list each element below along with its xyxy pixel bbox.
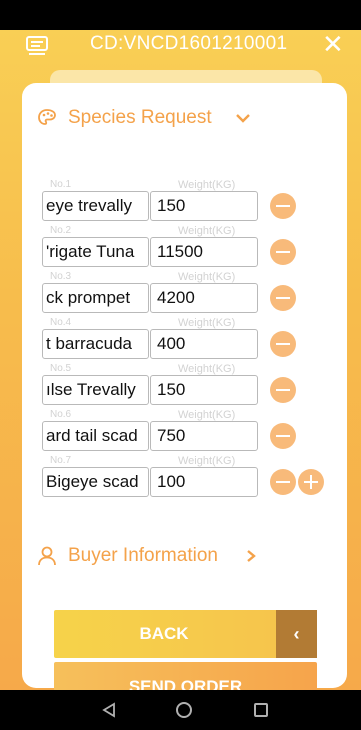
species-name-field[interactable]: t barracuda bbox=[42, 329, 149, 359]
weight-field[interactable]: 100 bbox=[150, 467, 258, 497]
weight-label: Weight(KG) bbox=[178, 271, 236, 283]
remove-row-button[interactable] bbox=[270, 331, 296, 357]
row-number: No.2 bbox=[50, 225, 72, 236]
row-number: No.5 bbox=[50, 363, 72, 374]
menu-icon[interactable] bbox=[26, 35, 48, 55]
species-name-field[interactable]: Bigeye scad bbox=[42, 467, 149, 497]
species-row: No.3 Weight(KG) ck prompet 4200 bbox=[42, 271, 352, 315]
user-icon bbox=[38, 546, 56, 566]
palette-icon bbox=[38, 109, 56, 125]
remove-row-button[interactable] bbox=[270, 285, 296, 311]
species-name-field[interactable]: ard tail scad bbox=[42, 421, 149, 451]
weight-field[interactable]: 750 bbox=[150, 421, 258, 451]
chevron-left-icon[interactable]: ‹ bbox=[276, 610, 317, 658]
row-number: No.1 bbox=[50, 179, 72, 190]
remove-row-button[interactable] bbox=[270, 423, 296, 449]
weight-label: Weight(KG) bbox=[178, 363, 236, 375]
species-row: No.5 Weight(KG) ılse Trevally 150 bbox=[42, 363, 352, 407]
weight-label: Weight(KG) bbox=[178, 317, 236, 329]
species-name-field[interactable]: ılse Trevally bbox=[42, 375, 149, 405]
species-request-header[interactable]: Species Request bbox=[36, 103, 252, 133]
row-number: No.7 bbox=[50, 455, 72, 466]
nav-back-icon[interactable] bbox=[101, 702, 117, 718]
weight-label: Weight(KG) bbox=[178, 225, 236, 237]
species-name-field[interactable]: ck prompet bbox=[42, 283, 149, 313]
remove-row-button[interactable] bbox=[270, 239, 296, 265]
species-row: No.2 Weight(KG) 'rigate Tuna 11500 bbox=[42, 225, 352, 269]
add-row-button[interactable] bbox=[298, 469, 324, 495]
weight-field[interactable]: 150 bbox=[150, 375, 258, 405]
app-screen: CD:VNCD1601210001 ✕ Species Request No.1… bbox=[0, 30, 361, 712]
order-card: Species Request No.1 Weight(KG) eye trev… bbox=[22, 83, 347, 688]
row-number: No.3 bbox=[50, 271, 72, 282]
weight-label: Weight(KG) bbox=[178, 455, 236, 467]
species-row: No.4 Weight(KG) t barracuda 400 bbox=[42, 317, 352, 361]
weight-field[interactable]: 150 bbox=[150, 191, 258, 221]
remove-row-button[interactable] bbox=[270, 193, 296, 219]
species-request-label: Species Request bbox=[68, 107, 212, 128]
remove-row-button[interactable] bbox=[270, 469, 296, 495]
row-number: No.4 bbox=[50, 317, 72, 328]
system-nav-bar bbox=[0, 690, 361, 730]
nav-recents-icon[interactable] bbox=[254, 703, 268, 717]
weight-label: Weight(KG) bbox=[178, 409, 236, 421]
back-button[interactable]: BACK ‹ bbox=[54, 610, 317, 658]
species-row: No.6 Weight(KG) ard tail scad 750 bbox=[42, 409, 352, 453]
chevron-down-icon bbox=[235, 114, 250, 123]
status-bar bbox=[0, 0, 361, 30]
species-row: No.1 Weight(KG) eye trevally 150 bbox=[42, 179, 352, 223]
weight-field[interactable]: 11500 bbox=[150, 237, 258, 267]
weight-field[interactable]: 4200 bbox=[150, 283, 258, 313]
buyer-information-header[interactable]: Buyer Information bbox=[36, 541, 258, 571]
weight-label: Weight(KG) bbox=[178, 179, 236, 191]
buyer-information-label: Buyer Information bbox=[68, 545, 218, 566]
nav-home-icon[interactable] bbox=[176, 702, 192, 718]
weight-field[interactable]: 400 bbox=[150, 329, 258, 359]
species-name-field[interactable]: eye trevally bbox=[42, 191, 149, 221]
back-button-label: BACK bbox=[139, 624, 189, 643]
species-row: No.7 Weight(KG) Bigeye scad 100 bbox=[42, 455, 352, 499]
remove-row-button[interactable] bbox=[270, 377, 296, 403]
page-title: CD:VNCD1601210001 bbox=[90, 33, 288, 54]
species-name-field[interactable]: 'rigate Tuna bbox=[42, 237, 149, 267]
chevron-right-icon bbox=[247, 550, 256, 562]
close-icon[interactable]: ✕ bbox=[322, 30, 344, 58]
header: CD:VNCD1601210001 ✕ bbox=[0, 30, 361, 72]
row-number: No.6 bbox=[50, 409, 72, 420]
